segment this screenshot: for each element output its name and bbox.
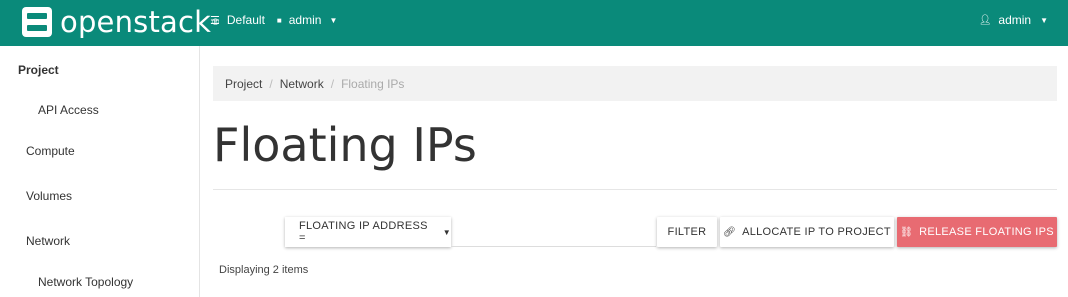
unlink-icon: ⛓︎ bbox=[900, 226, 914, 238]
breadcrumb-separator: / bbox=[330, 76, 335, 91]
breadcrumb-item-current: Floating IPs bbox=[341, 76, 405, 91]
square-icon: ■ bbox=[276, 15, 282, 25]
chevron-down-icon: ▼ bbox=[329, 15, 338, 25]
project-label: admin bbox=[288, 13, 322, 27]
sidebar-item-compute[interactable]: Compute bbox=[26, 144, 75, 158]
release-floating-ips-button[interactable]: ⛓︎ RELEASE FLOATING IPS bbox=[897, 217, 1057, 247]
sidebar-item-network[interactable]: Network bbox=[26, 234, 70, 248]
filter-input[interactable] bbox=[451, 217, 656, 247]
openstack-logo-icon bbox=[22, 7, 52, 37]
breadcrumb: Project / Network / Floating IPs bbox=[213, 66, 1057, 101]
top-navbar: openstack ® ☰ Default ■ admin ▼ 👤︎ admin … bbox=[0, 0, 1068, 46]
sidebar-item-volumes[interactable]: Volumes bbox=[26, 189, 72, 203]
release-floating-ips-label: RELEASE FLOATING IPS bbox=[919, 226, 1054, 238]
brand-name: openstack bbox=[60, 5, 212, 39]
sidebar-item-project[interactable]: Project bbox=[18, 63, 59, 77]
filter-field-dropdown[interactable]: FLOATING IP ADDRESS = ▼ bbox=[285, 217, 451, 247]
chevron-down-icon: ▼ bbox=[442, 227, 451, 237]
user-menu[interactable]: 👤︎ admin ▼ bbox=[979, 13, 1048, 27]
user-icon: 👤︎ bbox=[978, 14, 992, 26]
user-label: admin bbox=[998, 13, 1032, 27]
filter-button[interactable]: FILTER bbox=[657, 217, 717, 247]
allocate-ip-label: ALLOCATE IP TO PROJECT bbox=[742, 226, 891, 238]
breadcrumb-item-project[interactable]: Project bbox=[225, 77, 262, 91]
page-title: Floating IPs bbox=[213, 118, 477, 172]
breadcrumb-separator: / bbox=[269, 76, 273, 91]
sidebar-item-api-access[interactable]: API Access bbox=[38, 103, 99, 117]
item-count: Displaying 2 items bbox=[219, 264, 309, 276]
filter-button-label: FILTER bbox=[667, 226, 707, 238]
allocate-ip-button[interactable]: 🔗︎ ALLOCATE IP TO PROJECT bbox=[720, 217, 894, 247]
link-icon: 🔗︎ bbox=[723, 226, 737, 238]
sidebar-item-network-topology[interactable]: Network Topology bbox=[38, 275, 133, 289]
divider bbox=[213, 189, 1057, 190]
list-icon: ☰ bbox=[210, 14, 220, 27]
sidebar: Project API Access Compute Volumes Netwo… bbox=[0, 46, 200, 297]
brand[interactable]: openstack ® bbox=[22, 5, 219, 39]
domain-label: Default bbox=[226, 13, 265, 27]
context-switcher[interactable]: ☰ Default ■ admin ▼ bbox=[210, 13, 337, 27]
filter-field-label: FLOATING IP ADDRESS = bbox=[299, 220, 428, 244]
chevron-down-icon: ▼ bbox=[1040, 15, 1048, 25]
breadcrumb-item-network[interactable]: Network bbox=[280, 77, 324, 91]
